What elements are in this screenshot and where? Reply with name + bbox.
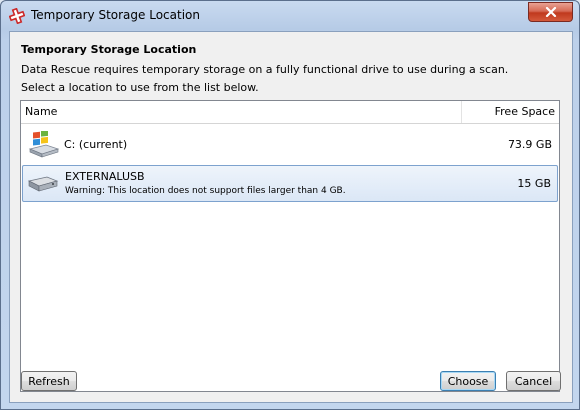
data-rescue-app-icon	[8, 7, 26, 25]
location-list[interactable]: Name Free Space C: (current) 73.9 GB EXT…	[20, 100, 560, 392]
refresh-button[interactable]: Refresh	[21, 371, 77, 391]
dialog-heading: Temporary Storage Location	[21, 43, 197, 56]
list-item-externalusb[interactable]: EXTERNALUSB Warning: This location does …	[22, 165, 558, 202]
dialog-window: Temporary Storage Location Temporary Sto…	[0, 0, 580, 410]
list-header: Name Free Space	[21, 101, 559, 124]
close-icon	[545, 7, 556, 17]
externalusb-free-space: 15 GB	[517, 177, 551, 190]
windows-drive-icon	[28, 129, 60, 162]
usb-drive-icon	[27, 173, 59, 198]
c-drive-label: C: (current)	[64, 138, 128, 151]
externalusb-label: EXTERNALUSB	[65, 170, 145, 183]
list-item-c-drive[interactable]: C: (current) 73.9 GB	[22, 127, 558, 163]
title-bar[interactable]: Temporary Storage Location	[1, 1, 579, 31]
choose-button[interactable]: Choose	[440, 371, 496, 391]
column-header-name[interactable]: Name	[25, 105, 57, 118]
description-line-1: Data Rescue requires temporary storage o…	[21, 63, 509, 76]
window-title: Temporary Storage Location	[31, 8, 200, 22]
column-header-free-space[interactable]: Free Space	[495, 105, 555, 118]
c-drive-free-space: 73.9 GB	[507, 138, 552, 151]
close-button[interactable]	[528, 2, 573, 22]
externalusb-warning: Warning: This location does not support …	[65, 186, 346, 196]
description-line-2: Select a location to use from the list b…	[21, 81, 259, 94]
column-divider[interactable]	[461, 101, 462, 123]
cancel-button[interactable]: Cancel	[506, 371, 561, 391]
dialog-content: Temporary Storage Location Data Rescue r…	[9, 31, 573, 403]
